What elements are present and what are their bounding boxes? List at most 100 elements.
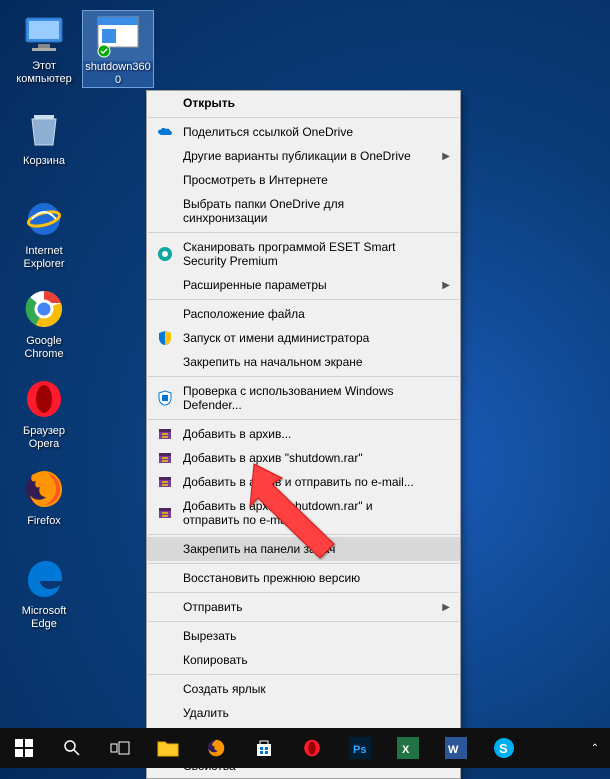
- menu-item[interactable]: Закрепить на панели задач: [147, 537, 460, 561]
- firefox-icon: [20, 465, 68, 513]
- taskbar-store[interactable]: [240, 728, 288, 768]
- menu-separator: [148, 563, 459, 564]
- menu-item[interactable]: Выбрать папки OneDrive для синхронизации: [147, 192, 460, 230]
- menu-item[interactable]: Вырезать: [147, 624, 460, 648]
- menu-item-label: Добавить в архив...: [183, 427, 291, 441]
- menu-item[interactable]: Проверка с использованием Windows Defend…: [147, 379, 460, 417]
- menu-item[interactable]: Расположение файла: [147, 302, 460, 326]
- menu-item-label: Просмотреть в Интернете: [183, 173, 328, 187]
- icon-label: Корзина: [8, 155, 80, 168]
- menu-item-label: Расположение файла: [183, 307, 305, 321]
- menu-item[interactable]: Другие варианты публикации в OneDrive ▶: [147, 144, 460, 168]
- menu-item[interactable]: Восстановить прежнюю версию: [147, 566, 460, 590]
- desktop-icon-recycle[interactable]: Корзина: [8, 105, 80, 168]
- desktop[interactable]: Этот компьютер shutdown3600 Корзина Inte…: [0, 0, 610, 728]
- taskbar-skype[interactable]: S: [480, 728, 528, 768]
- menu-item-label: Выбрать папки OneDrive для синхронизации: [183, 197, 430, 225]
- menu-separator: [148, 621, 459, 622]
- menu-item-label: Поделиться ссылкой OneDrive: [183, 125, 353, 139]
- taskbar-photoshop[interactable]: Ps: [336, 728, 384, 768]
- menu-item[interactable]: Просмотреть в Интернете: [147, 168, 460, 192]
- menu-separator: [148, 674, 459, 675]
- winrar-icon: [157, 505, 173, 521]
- defender-icon: [157, 390, 173, 406]
- menu-item-label: Восстановить прежнюю версию: [183, 571, 360, 585]
- desktop-icon-this-pc[interactable]: Этот компьютер: [8, 10, 80, 86]
- menu-item[interactable]: Удалить: [147, 701, 460, 725]
- icon-label: Firefox: [8, 515, 80, 528]
- icon-label: shutdown3600: [83, 61, 153, 87]
- pc-icon: [20, 10, 68, 58]
- menu-item-label: Открыть: [183, 96, 235, 110]
- system-tray[interactable]: ⌃: [584, 728, 610, 768]
- menu-item[interactable]: Создать ярлык: [147, 677, 460, 701]
- menu-item-label: Закрепить на панели задач: [183, 542, 335, 556]
- menu-item-label: Добавить в архив "shutdown.rar" и отправ…: [183, 499, 430, 527]
- menu-item[interactable]: Открыть: [147, 91, 460, 115]
- menu-separator: [148, 376, 459, 377]
- menu-separator: [148, 534, 459, 535]
- opera-icon: [20, 375, 68, 423]
- menu-separator: [148, 419, 459, 420]
- onedrive-icon: [157, 124, 173, 140]
- menu-item[interactable]: Сканировать программой ESET Smart Securi…: [147, 235, 460, 273]
- desktop-icon-opera[interactable]: Браузер Opera: [8, 375, 80, 451]
- taskbar-opera[interactable]: [288, 728, 336, 768]
- icon-label: Этот компьютер: [8, 60, 80, 86]
- winrar-icon: [157, 426, 173, 442]
- menu-item-label: Другие варианты публикации в OneDrive: [183, 149, 411, 163]
- menu-item[interactable]: Добавить в архив...: [147, 422, 460, 446]
- menu-item-label: Сканировать программой ESET Smart Securi…: [183, 240, 430, 268]
- edge-icon: [20, 555, 68, 603]
- taskbar-word[interactable]: W: [432, 728, 480, 768]
- desktop-icon-edge[interactable]: Microsoft Edge: [8, 555, 80, 631]
- taskbar-excel[interactable]: X: [384, 728, 432, 768]
- menu-separator: [148, 299, 459, 300]
- menu-item-label: Запуск от имени администратора: [183, 331, 369, 345]
- submenu-arrow-icon: ▶: [442, 602, 450, 613]
- menu-separator: [148, 232, 459, 233]
- menu-item-label: Закрепить на начальном экране: [183, 355, 363, 369]
- submenu-arrow-icon: ▶: [442, 280, 450, 291]
- menu-item[interactable]: Отправить▶: [147, 595, 460, 619]
- desktop-icon-shutdown[interactable]: shutdown3600: [82, 10, 154, 88]
- shortcut-icon: [94, 11, 142, 59]
- recycle-bin-icon: [20, 105, 68, 153]
- desktop-icon-ie[interactable]: Internet Explorer: [8, 195, 80, 271]
- icon-label: Браузер Opera: [8, 425, 80, 451]
- menu-item[interactable]: Добавить в архив и отправить по e-mail..…: [147, 470, 460, 494]
- menu-item[interactable]: Добавить в архив "shutdown.rar": [147, 446, 460, 470]
- taskbar-firefox[interactable]: [192, 728, 240, 768]
- ie-icon: [20, 195, 68, 243]
- shield-icon: [157, 330, 173, 346]
- taskbar: Ps X W S ⌃: [0, 728, 610, 768]
- submenu-arrow-icon: ▶: [442, 151, 450, 162]
- desktop-icon-firefox[interactable]: Firefox: [8, 465, 80, 528]
- start-button[interactable]: [0, 728, 48, 768]
- desktop-icon-chrome[interactable]: Google Chrome: [8, 285, 80, 361]
- tray-chevron-icon[interactable]: ⌃: [584, 728, 606, 768]
- menu-item-label: Удалить: [183, 706, 229, 720]
- menu-item-label: Вырезать: [183, 629, 236, 643]
- taskview-button[interactable]: [96, 728, 144, 768]
- icon-label: Internet Explorer: [8, 245, 80, 271]
- menu-separator: [148, 592, 459, 593]
- winrar-icon: [157, 450, 173, 466]
- chrome-icon: [20, 285, 68, 333]
- svg-text:W: W: [448, 744, 459, 756]
- menu-item-label: Проверка с использованием Windows Defend…: [183, 384, 430, 412]
- menu-item[interactable]: Расширенные параметры▶: [147, 273, 460, 297]
- menu-item-label: Добавить в архив и отправить по e-mail..…: [183, 475, 414, 489]
- menu-item-label: Копировать: [183, 653, 248, 667]
- menu-item[interactable]: Добавить в архив "shutdown.rar" и отправ…: [147, 494, 460, 532]
- menu-item[interactable]: Закрепить на начальном экране: [147, 350, 460, 374]
- eset-icon: [157, 246, 173, 262]
- menu-item[interactable]: Поделиться ссылкой OneDrive: [147, 120, 460, 144]
- menu-separator: [148, 117, 459, 118]
- taskbar-explorer[interactable]: [144, 728, 192, 768]
- menu-item[interactable]: Копировать: [147, 648, 460, 672]
- context-menu: Открыть Поделиться ссылкой OneDrive Другие…: [146, 90, 461, 779]
- search-button[interactable]: [48, 728, 96, 768]
- icon-label: Google Chrome: [8, 335, 80, 361]
- menu-item[interactable]: Запуск от имени администратора: [147, 326, 460, 350]
